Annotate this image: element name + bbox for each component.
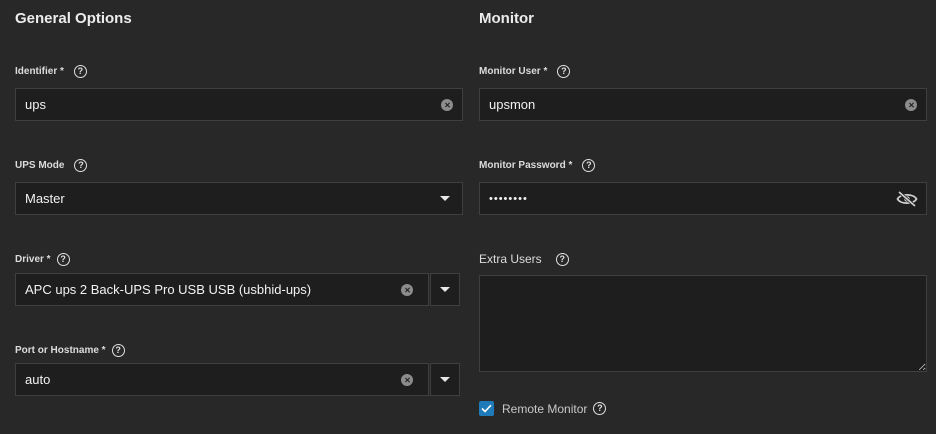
clear-icon[interactable]	[905, 98, 917, 111]
ups-mode-select[interactable]: Master	[15, 182, 463, 215]
driver-input[interactable]	[16, 274, 401, 305]
general-options-title: General Options	[15, 10, 132, 27]
clear-icon[interactable]	[401, 373, 413, 386]
help-icon[interactable]: ?	[56, 253, 70, 266]
extra-users-textarea[interactable]	[479, 275, 927, 372]
help-icon[interactable]: ?	[593, 402, 607, 415]
ups-mode-label: UPS Mode ?	[15, 159, 88, 172]
check-icon	[481, 404, 492, 413]
port-label: Port or Hostname * ?	[15, 344, 125, 357]
monitor-user-field[interactable]	[479, 88, 927, 121]
chevron-down-icon	[440, 287, 450, 292]
help-icon[interactable]: ?	[111, 344, 125, 357]
help-icon[interactable]: ?	[557, 65, 571, 78]
help-icon[interactable]: ?	[555, 252, 569, 266]
ups-mode-value: Master	[25, 191, 65, 206]
port-field[interactable]	[15, 363, 429, 396]
chevron-down-icon	[440, 196, 450, 201]
port-dropdown-button[interactable]	[430, 363, 460, 396]
help-icon[interactable]: ?	[73, 65, 87, 78]
remote-monitor-label[interactable]: Remote Monitor ?	[502, 401, 607, 416]
remote-monitor-checkbox[interactable]	[479, 401, 494, 416]
identifier-field[interactable]	[15, 88, 463, 121]
monitor-user-label: Monitor User * ?	[479, 65, 571, 78]
monitor-user-input[interactable]	[480, 89, 905, 120]
clear-icon[interactable]	[401, 283, 413, 296]
identifier-input[interactable]	[16, 89, 441, 120]
monitor-password-field[interactable]: ••••••••	[479, 182, 927, 215]
clear-icon[interactable]	[441, 98, 453, 111]
chevron-down-icon	[440, 377, 450, 382]
driver-label: Driver * ?	[15, 253, 70, 266]
extra-users-label: Extra Users ?	[479, 252, 569, 266]
monitor-title: Monitor	[479, 10, 534, 27]
driver-field[interactable]	[15, 273, 429, 306]
help-icon[interactable]: ?	[582, 159, 596, 172]
eye-off-icon[interactable]	[896, 190, 918, 207]
help-icon[interactable]: ?	[74, 159, 88, 172]
monitor-password-label: Monitor Password * ?	[479, 159, 596, 172]
driver-dropdown-button[interactable]	[430, 273, 460, 306]
monitor-password-input[interactable]: ••••••••	[480, 183, 896, 214]
identifier-label: Identifier * ?	[15, 65, 87, 78]
port-input[interactable]	[16, 364, 401, 395]
